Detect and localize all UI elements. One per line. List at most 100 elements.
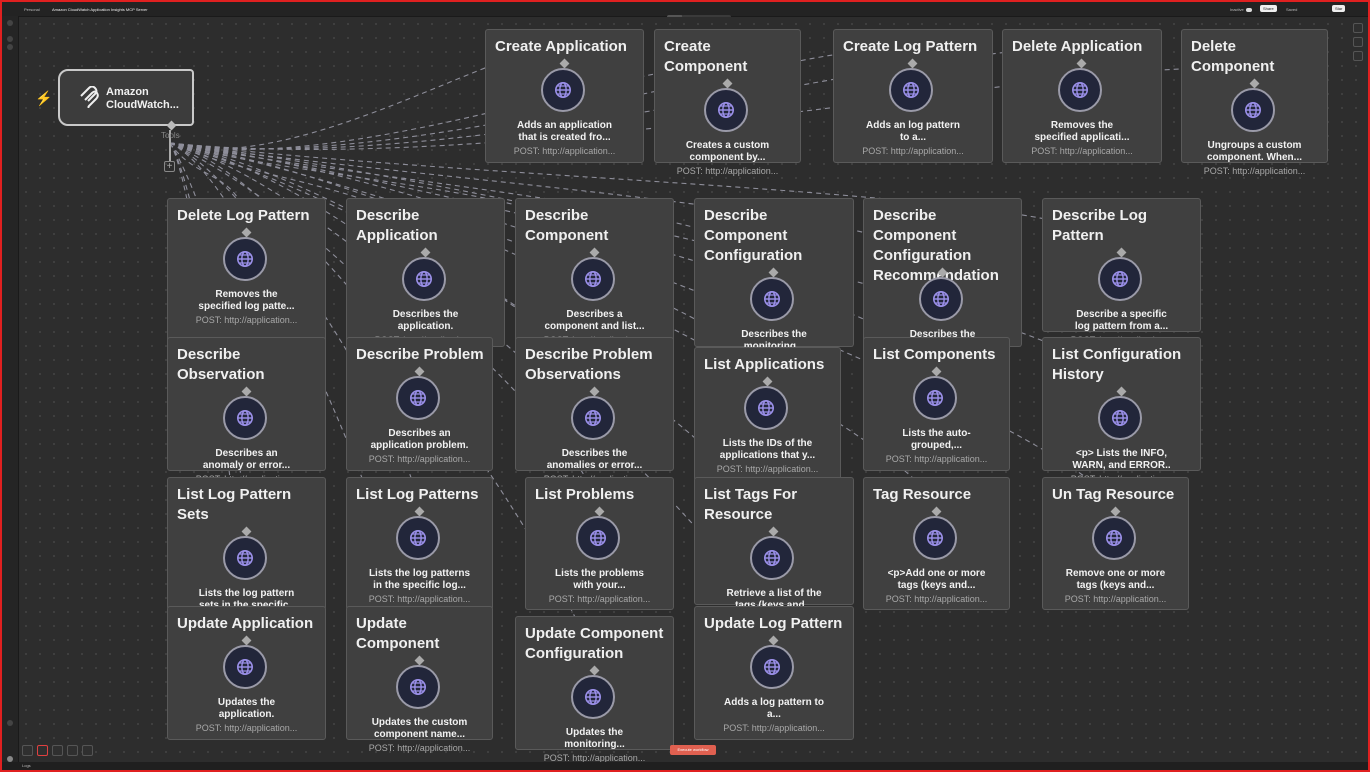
globe-icon [222, 237, 267, 281]
tool-node[interactable]: Delete Component Ungroups a custom compone… [1181, 29, 1328, 176]
star-button[interactable]: Star [1332, 5, 1346, 12]
tool-input-connector[interactable] [1249, 78, 1259, 89]
help-icon[interactable] [7, 720, 13, 726]
tool-node[interactable]: Describe Problem Describes an application … [346, 337, 493, 471]
tool-input-connector[interactable] [931, 506, 941, 517]
tool-input-connector[interactable] [241, 635, 251, 646]
add-tool-button[interactable]: + [164, 161, 175, 172]
logs-label[interactable]: Logs [22, 763, 31, 768]
tool-node-title: Create Application [495, 38, 627, 55]
tool-node[interactable]: Create Log Pattern Adds an log pattern to … [833, 29, 993, 163]
tool-input-connector[interactable] [414, 655, 424, 666]
tool-node-title: Tag Resource [873, 486, 972, 503]
workflow-title[interactable]: Amazon CloudWatch Application Insights M… [52, 7, 148, 12]
tool-input-connector[interactable] [241, 227, 251, 238]
tool-node[interactable]: List Problems Lists the problems with your… [525, 477, 674, 610]
tool-node[interactable]: List Log Pattern Sets Lists the log patte… [167, 477, 326, 624]
tool-node-title: List Problems [535, 486, 635, 503]
tool-node[interactable]: List Applications Lists the IDs of the app… [694, 347, 841, 481]
tool-input-connector[interactable] [1116, 386, 1126, 397]
tool-input-connector[interactable] [589, 386, 599, 397]
tool-node[interactable]: List Configuration History <p> Lists the … [1042, 337, 1201, 484]
tool-node[interactable]: Delete Log Pattern Removes the specified l… [167, 198, 326, 347]
tool-node[interactable]: List Log Patterns Lists the log patterns i… [346, 477, 493, 610]
tool-node-endpoint: POST: http://application... [513, 146, 616, 156]
tool-input-connector[interactable] [414, 366, 424, 377]
globe-icon [395, 376, 440, 420]
globe-icon [1230, 88, 1275, 132]
globe-icon [743, 386, 788, 430]
sticky-note-button[interactable] [1353, 51, 1363, 61]
tool-input-connector[interactable] [559, 58, 569, 69]
tool-node-endpoint: POST: http://application... [1203, 166, 1306, 176]
tool-input-connector[interactable] [931, 366, 941, 377]
tool-input-connector[interactable] [420, 247, 430, 258]
tool-input-connector[interactable] [768, 635, 779, 646]
globe-icon [750, 645, 794, 689]
tool-input-connector[interactable] [589, 247, 599, 258]
tool-input-connector[interactable] [1116, 247, 1126, 258]
tool-node[interactable]: Describe Observation Describes an anomaly … [167, 337, 326, 484]
breadcrumb-root[interactable]: Personal [24, 7, 40, 12]
mcp-trigger-node[interactable]: Amazon CloudWatch... [58, 69, 194, 131]
tool-node[interactable]: List Tags For Resource Retrieve a list of… [694, 477, 854, 624]
tool-node-endpoint: POST: http://application... [885, 454, 988, 464]
tool-input-connector[interactable] [762, 376, 772, 387]
home-icon[interactable] [7, 20, 13, 26]
tool-node-title: Update Component [356, 615, 440, 652]
tool-node-description: Updates the monitoring... [564, 727, 625, 750]
tool-input-connector[interactable] [768, 267, 779, 278]
tool-node[interactable]: Describe Problem Observations Describes t… [515, 337, 674, 484]
tool-node[interactable]: Update Component Configuration Updates th… [515, 616, 674, 763]
tool-node-title: Describe Problem Observations [525, 346, 653, 383]
tool-input-connector[interactable] [768, 526, 779, 537]
tool-node[interactable]: Describe Component Configuration Describe… [694, 198, 854, 365]
active-toggle[interactable] [1246, 8, 1252, 12]
tool-node[interactable]: Update Log Pattern Adds a log pattern to a… [694, 606, 854, 740]
tool-node[interactable]: Describe Log Pattern Describe a specific l… [1042, 198, 1201, 345]
tool-node[interactable]: Describe Component Describes a component a… [515, 198, 674, 347]
credentials-icon[interactable] [7, 44, 13, 50]
tool-node[interactable]: Describe Component Configuration Recomme… [863, 198, 1022, 365]
tool-node[interactable]: Create Component Creates a custom componen… [654, 29, 801, 176]
tool-node[interactable]: Un Tag Resource Remove one or more tags (k… [1042, 477, 1189, 610]
add-node-button[interactable] [1353, 23, 1363, 33]
tool-input-connector[interactable] [907, 58, 918, 69]
tool-input-connector[interactable] [594, 506, 604, 517]
templates-icon[interactable] [7, 36, 13, 42]
globe-icon [570, 257, 615, 301]
execute-workflow-button[interactable]: Execute workflow [670, 745, 716, 755]
status-bar: Logs [2, 762, 1368, 770]
search-nodes-button[interactable] [1353, 37, 1363, 47]
share-button[interactable]: Share [1260, 5, 1277, 12]
tool-node[interactable]: Create Application Adds an application tha… [485, 29, 644, 163]
tool-input-connector[interactable] [241, 526, 251, 537]
zoom-out-button[interactable] [67, 745, 78, 756]
zoom-in-button[interactable] [52, 745, 63, 756]
tool-input-connector[interactable] [589, 665, 599, 676]
tool-input-connector[interactable] [1076, 58, 1087, 69]
tool-input-connector[interactable] [414, 506, 424, 517]
select-tool-button[interactable] [37, 745, 48, 756]
tool-node[interactable]: Update Application Updates the application… [167, 606, 326, 740]
tool-input-connector[interactable] [241, 386, 251, 397]
tool-input-connector[interactable] [722, 78, 732, 89]
tool-input-connector[interactable] [1110, 506, 1120, 517]
tool-node-title: Describe Component Configuration [704, 207, 803, 264]
tool-node[interactable]: Tag Resource <p>Add one or more tags (keys… [863, 477, 1010, 610]
trigger-bolt-icon: ⚡ [35, 90, 53, 106]
zoom-fit-button[interactable] [22, 745, 33, 756]
tool-node-description: Lists the IDs of the applications that y.… [719, 438, 816, 461]
tidy-up-button[interactable] [82, 745, 93, 756]
globe-icon [570, 675, 615, 719]
tool-node[interactable]: List Components Lists the auto-grouped,..… [863, 337, 1010, 471]
tool-node-endpoint: POST: http://application... [548, 594, 651, 604]
globe-icon [703, 88, 748, 132]
tool-node-description: Removes the specified log patte... [198, 289, 295, 312]
tool-node-title: Update Log Pattern [704, 615, 843, 632]
tool-node-endpoint: POST: http://application... [716, 464, 819, 474]
tool-node[interactable]: Delete Application Removes the specified a… [1002, 29, 1162, 163]
globe-icon [918, 277, 963, 321]
tool-node[interactable]: Describe Application Describes the applica… [346, 198, 505, 347]
tool-node[interactable]: Update Component Updates the custom compon… [346, 606, 493, 753]
